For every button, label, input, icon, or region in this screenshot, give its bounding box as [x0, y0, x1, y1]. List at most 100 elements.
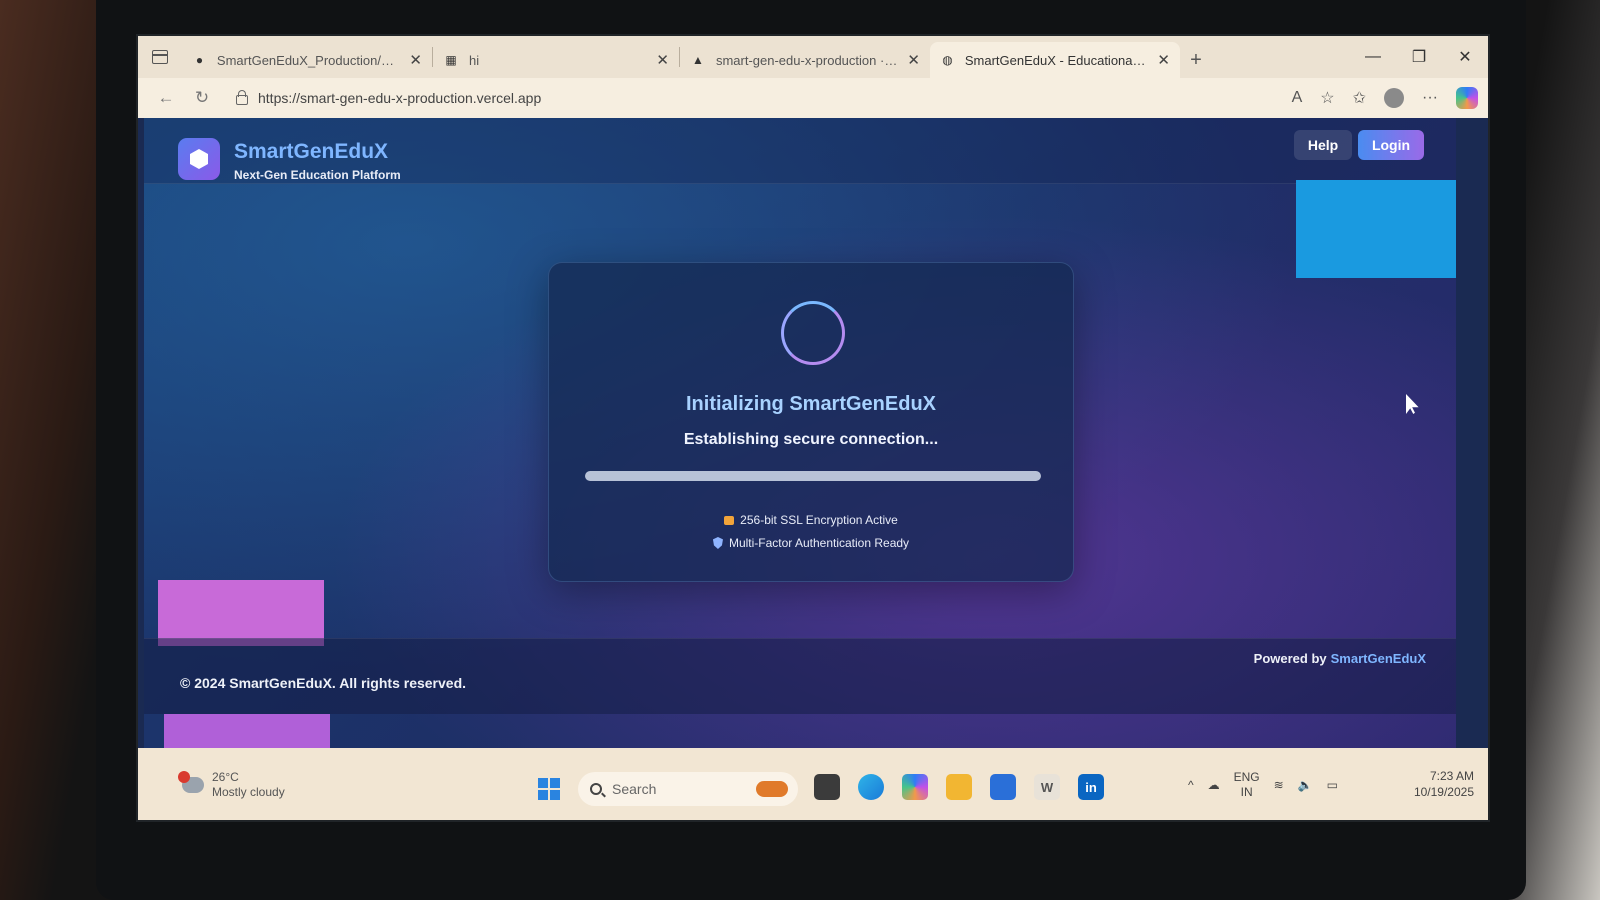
region-code: IN [1240, 785, 1253, 799]
decorative-purple-block [164, 714, 330, 748]
pinned-apps: W in [814, 774, 1104, 800]
globe-icon: ◍ [942, 53, 953, 67]
tab-label: SmartGenEduX - Educational Plat [964, 52, 1148, 68]
windows-taskbar: 26°C Mostly cloudy Search W in ^ ☁ ENG I… [138, 748, 1488, 820]
close-icon[interactable]: ✕ [656, 51, 669, 69]
search-highlight-icon [756, 781, 788, 797]
tab-label: smart-gen-edu-x-production · O [715, 52, 898, 68]
favorite-star-icon[interactable]: ☆ [1320, 88, 1334, 108]
clock[interactable]: 7:23 AM 10/19/2025 [1414, 768, 1474, 800]
tab-github[interactable]: ● SmartGenEduX_Production/verce ✕ [182, 42, 432, 78]
url-text: https://smart-gen-edu-x-production.verce… [258, 90, 542, 106]
windows-logo-tile [550, 778, 560, 788]
task-view-icon[interactable] [814, 774, 840, 800]
vercel-icon: ▲ [692, 53, 704, 67]
brand-name: SmartGenEduX [234, 140, 389, 163]
onedrive-icon[interactable]: ☁ [1208, 778, 1220, 792]
lock-icon [236, 90, 248, 105]
minimize-button[interactable]: — [1350, 48, 1396, 66]
alert-badge-icon [178, 771, 190, 783]
tab-hi[interactable]: ▦ hi ✕ [433, 42, 679, 78]
search-icon [590, 783, 602, 795]
lock-icon [724, 516, 735, 525]
cloud-icon [178, 771, 204, 793]
site-header: SmartGenEduX Next-Gen Education Platform… [144, 118, 1456, 184]
loading-subtitle: Establishing secure connection... [683, 431, 939, 448]
close-icon[interactable]: ✕ [907, 51, 920, 69]
search-placeholder: Search [612, 781, 657, 797]
decorative-purple-block [158, 580, 324, 646]
taskbar-search[interactable]: Search [578, 772, 798, 806]
browser-tab-strip: ● SmartGenEduX_Production/verce ✕ ▦ hi ✕… [138, 36, 1488, 78]
read-aloud-icon[interactable]: A [1292, 89, 1303, 107]
weather-condition: Mostly cloudy [212, 785, 285, 799]
more-menu-icon[interactable]: ··· [1422, 89, 1438, 107]
powered-by: Powered by SmartGenEduX [1254, 651, 1426, 666]
lang-code: ENG [1233, 770, 1260, 784]
window-controls: — ❐ ✕ [1350, 36, 1488, 78]
tab-smartgenedux[interactable]: ◍ SmartGenEduX - Educational Plat ✕ [930, 42, 1180, 78]
chevron-up-icon[interactable]: ^ [1188, 778, 1194, 792]
web-page: SmartGenEduX Next-Gen Education Platform… [144, 118, 1456, 748]
new-tab-button[interactable]: + [1180, 42, 1212, 78]
close-icon[interactable]: ✕ [409, 51, 422, 69]
progress-fill [585, 471, 1041, 481]
tab-label: hi [469, 52, 480, 68]
back-button[interactable]: ← [148, 88, 184, 108]
security-item-mfa: Multi-Factor Authentication Ready [549, 535, 1073, 550]
close-icon[interactable]: ✕ [1157, 51, 1170, 69]
favorites-icon[interactable]: ✩ [1353, 88, 1366, 108]
wifi-icon[interactable]: ≋ [1274, 778, 1284, 792]
restore-button[interactable]: ❐ [1396, 47, 1442, 67]
screen: ● SmartGenEduX_Production/verce ✕ ▦ hi ✕… [138, 36, 1488, 820]
system-tray: ^ ☁ ENG IN ≋ 🔈 ▭ [1188, 770, 1338, 800]
close-window-button[interactable]: ✕ [1442, 47, 1488, 67]
progress-bar [585, 471, 1041, 481]
copilot-icon[interactable] [1456, 87, 1478, 109]
tab-actions-button[interactable] [138, 36, 182, 78]
edge-icon[interactable] [858, 774, 884, 800]
security-item-ssl: 256-bit SSL Encryption Active [549, 513, 1073, 527]
profile-icon[interactable] [1384, 88, 1405, 108]
copilot-app-icon[interactable] [902, 774, 928, 800]
clock-date: 10/19/2025 [1413, 785, 1474, 799]
windows-logo-tile [550, 790, 560, 800]
hexagon-icon [190, 149, 208, 169]
refresh-button[interactable]: ↻ [184, 88, 220, 108]
loading-card: Initializing SmartGenEduX Establishing s… [548, 262, 1074, 582]
address-bar: ← ↻ https://smart-gen-edu-x-production.v… [138, 78, 1488, 118]
store-icon[interactable] [990, 774, 1016, 800]
sidebar-icon [152, 50, 168, 64]
tab-label: SmartGenEduX_Production/verce [216, 52, 400, 68]
start-button[interactable] [538, 778, 560, 800]
site-footer: © 2024 SmartGenEduX. All rights reserved… [144, 638, 1456, 714]
loading-spinner [781, 301, 845, 365]
github-icon: ● [195, 53, 204, 67]
help-button[interactable]: Help [1294, 130, 1352, 160]
windows-logo-tile [538, 778, 548, 788]
temperature: 26°C [212, 770, 239, 784]
weather-widget[interactable]: 26°C Mostly cloudy [178, 770, 285, 800]
powered-brand-link[interactable]: SmartGenEduX [1331, 651, 1426, 666]
decorative-blue-block [1296, 180, 1456, 278]
tab-vercel[interactable]: ▲ smart-gen-edu-x-production · O ✕ [680, 42, 930, 78]
toolbar-icons: A ☆ ✩ ··· [1292, 87, 1478, 109]
linkedin-icon[interactable]: in [1078, 774, 1104, 800]
windows-logo-tile [538, 790, 548, 800]
login-button[interactable]: Login [1358, 130, 1424, 160]
powered-prefix: Powered by [1253, 651, 1327, 666]
battery-icon[interactable]: ▭ [1327, 778, 1338, 792]
logo-icon[interactable] [178, 138, 220, 180]
copyright-text: © 2024 SmartGenEduX. All rights reserved… [180, 675, 467, 691]
loading-title: Initializing SmartGenEduX [685, 393, 937, 415]
url-field[interactable]: https://smart-gen-edu-x-production.verce… [228, 84, 1228, 112]
brand-tagline: Next-Gen Education Platform [234, 168, 401, 182]
security-label: Multi-Factor Authentication Ready [728, 536, 910, 550]
volume-icon[interactable]: 🔈 [1298, 778, 1313, 792]
wikipedia-icon[interactable]: W [1034, 774, 1060, 800]
mouse-cursor [1406, 394, 1419, 414]
language-indicator[interactable]: ENG IN [1234, 770, 1260, 800]
file-explorer-icon[interactable] [946, 774, 972, 800]
shield-icon [712, 537, 723, 549]
grid-icon: ▦ [445, 53, 457, 67]
